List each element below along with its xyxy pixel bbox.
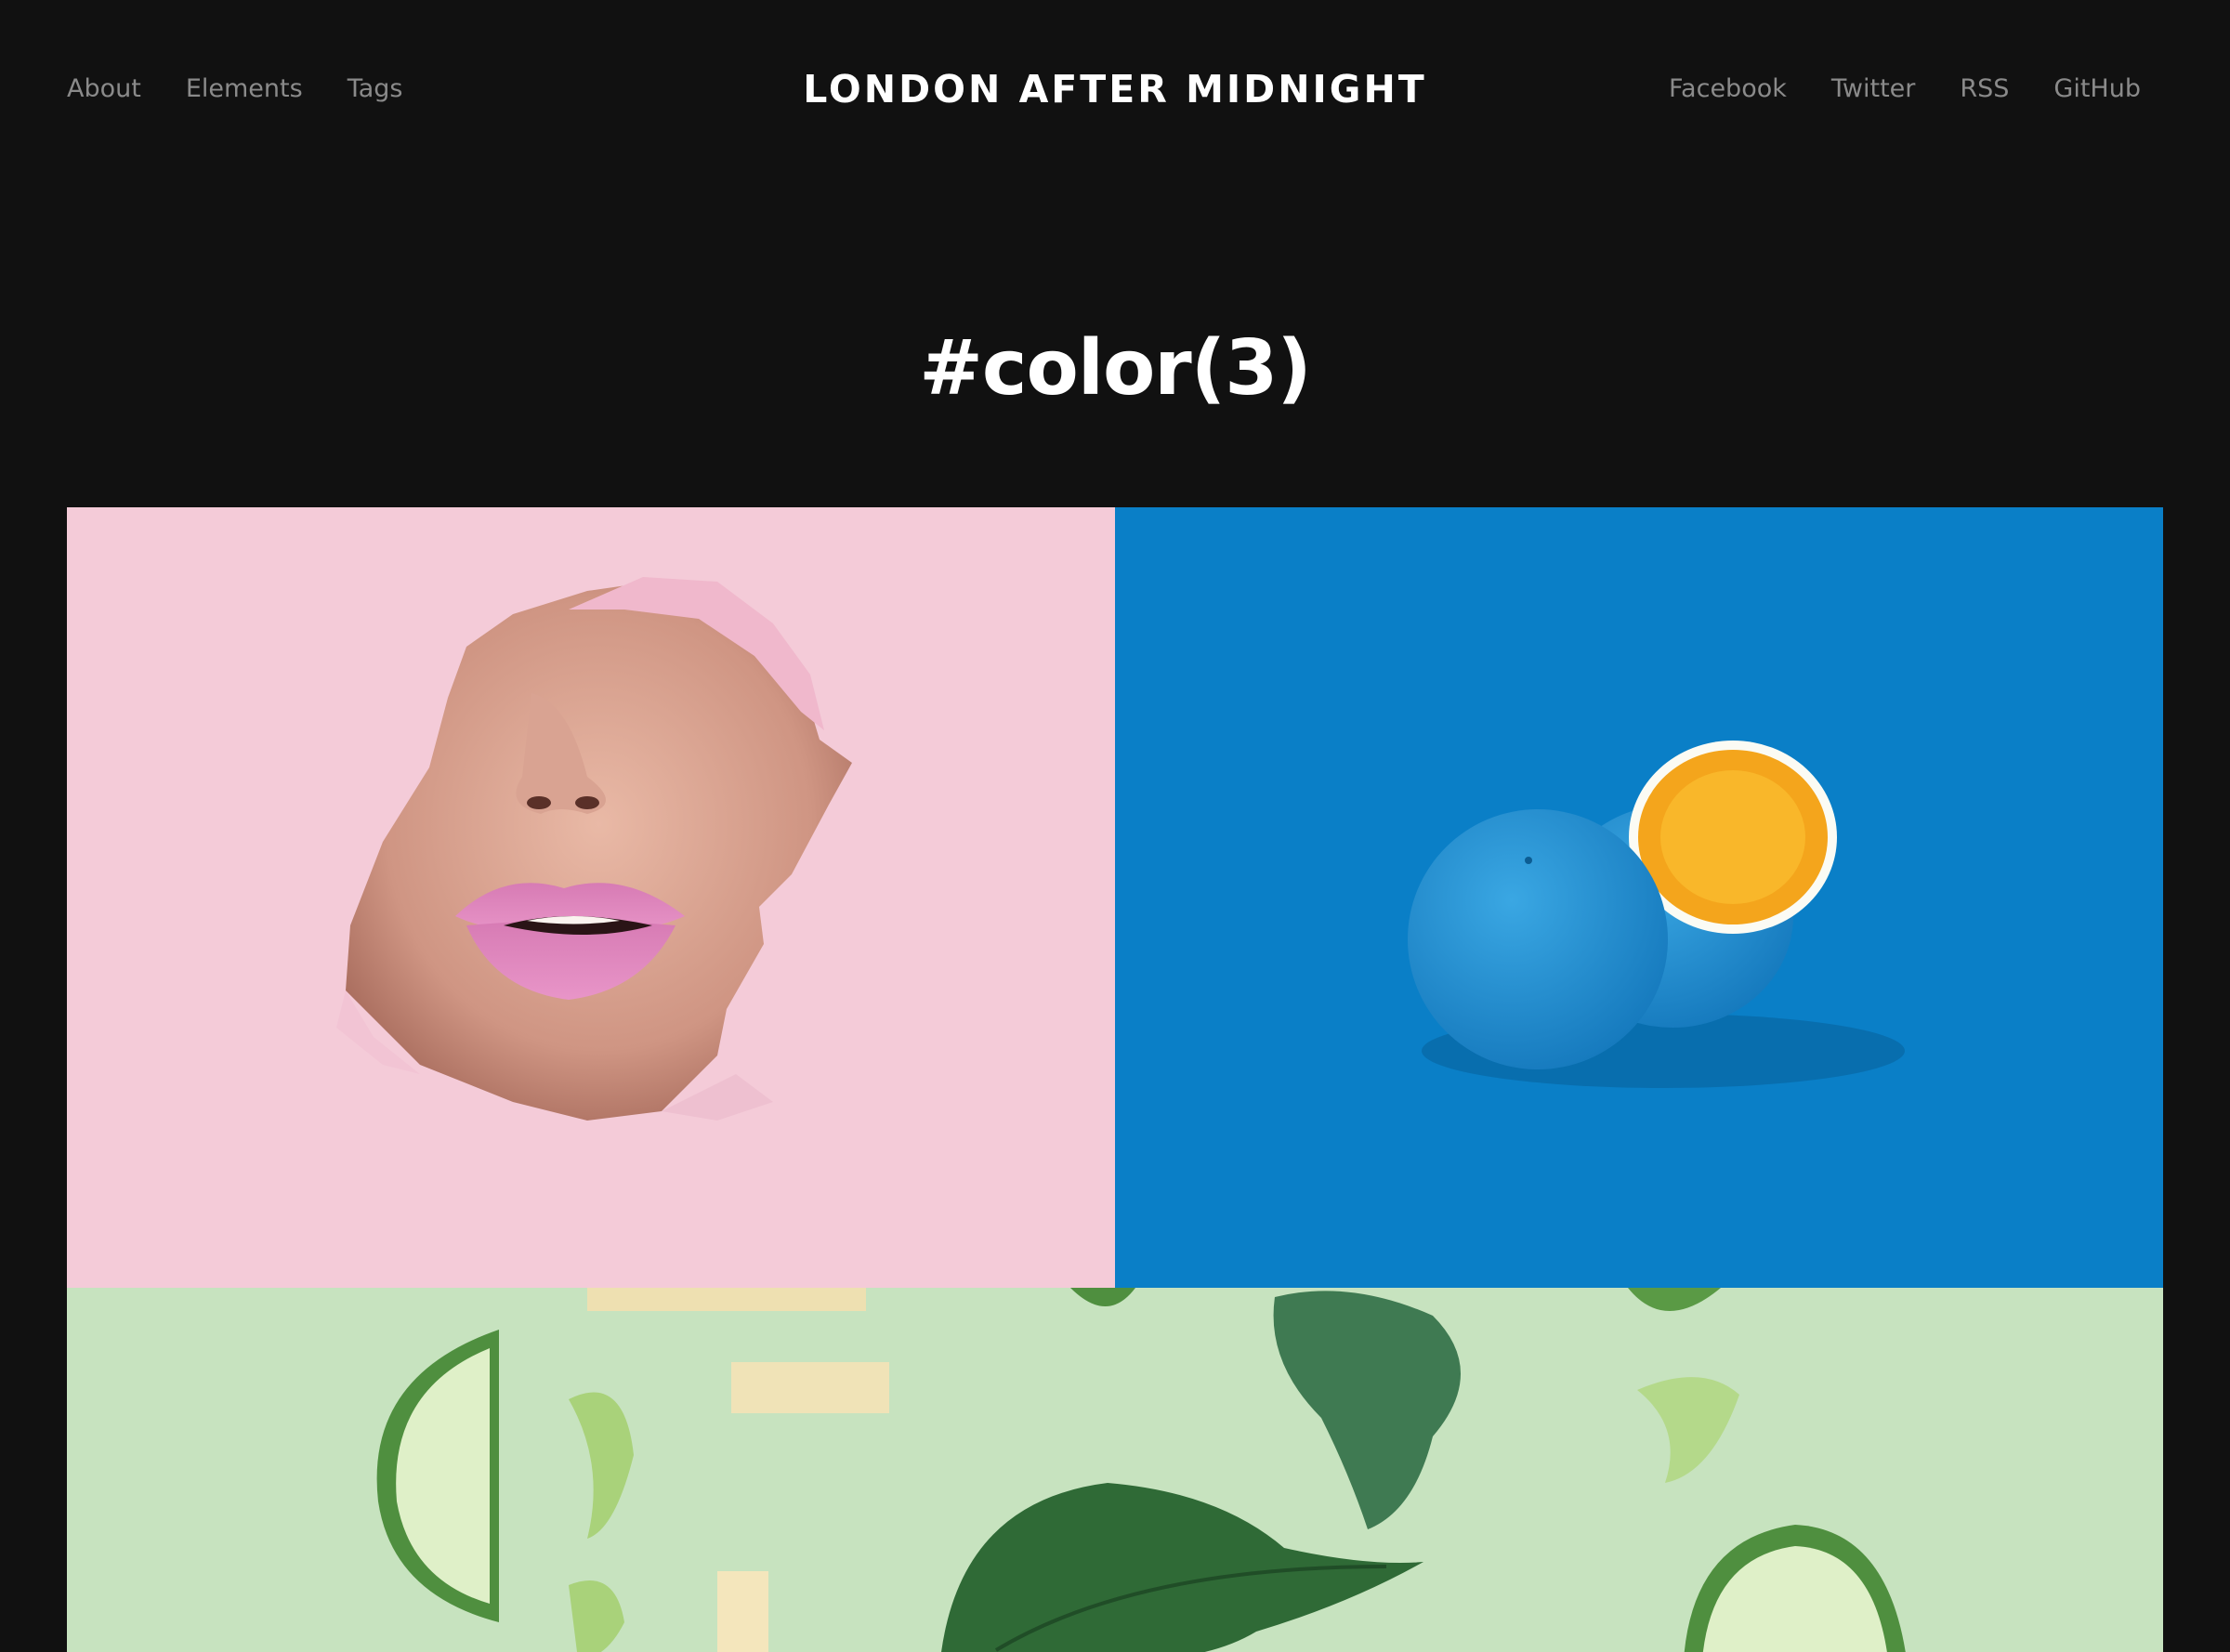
post-card-green-vegetables[interactable] [67,1288,2163,1652]
nav-link-rss[interactable]: RSS [1960,71,2009,108]
nav-link-twitter[interactable]: Twitter [1831,71,1916,108]
post-feed [67,507,2163,1652]
social-nav: Facebook Twitter RSS GitHub [1624,71,2141,108]
nav-link-github[interactable]: GitHub [2053,71,2141,108]
page: About Elements Tags LONDON AFTER MIDNIGH… [0,0,2230,1652]
post-card-pink-lips[interactable] [67,507,1115,1288]
post-card-blue-orange[interactable] [1115,507,2163,1288]
nav-link-facebook[interactable]: Facebook [1669,71,1787,108]
post-image-vegetables [67,1288,2163,1652]
post-image-lips [67,507,1115,1288]
site-header: About Elements Tags LONDON AFTER MIDNIGH… [0,0,2230,177]
post-image-orange [1115,507,2163,1288]
tag-title: #color(3) [919,323,1312,413]
